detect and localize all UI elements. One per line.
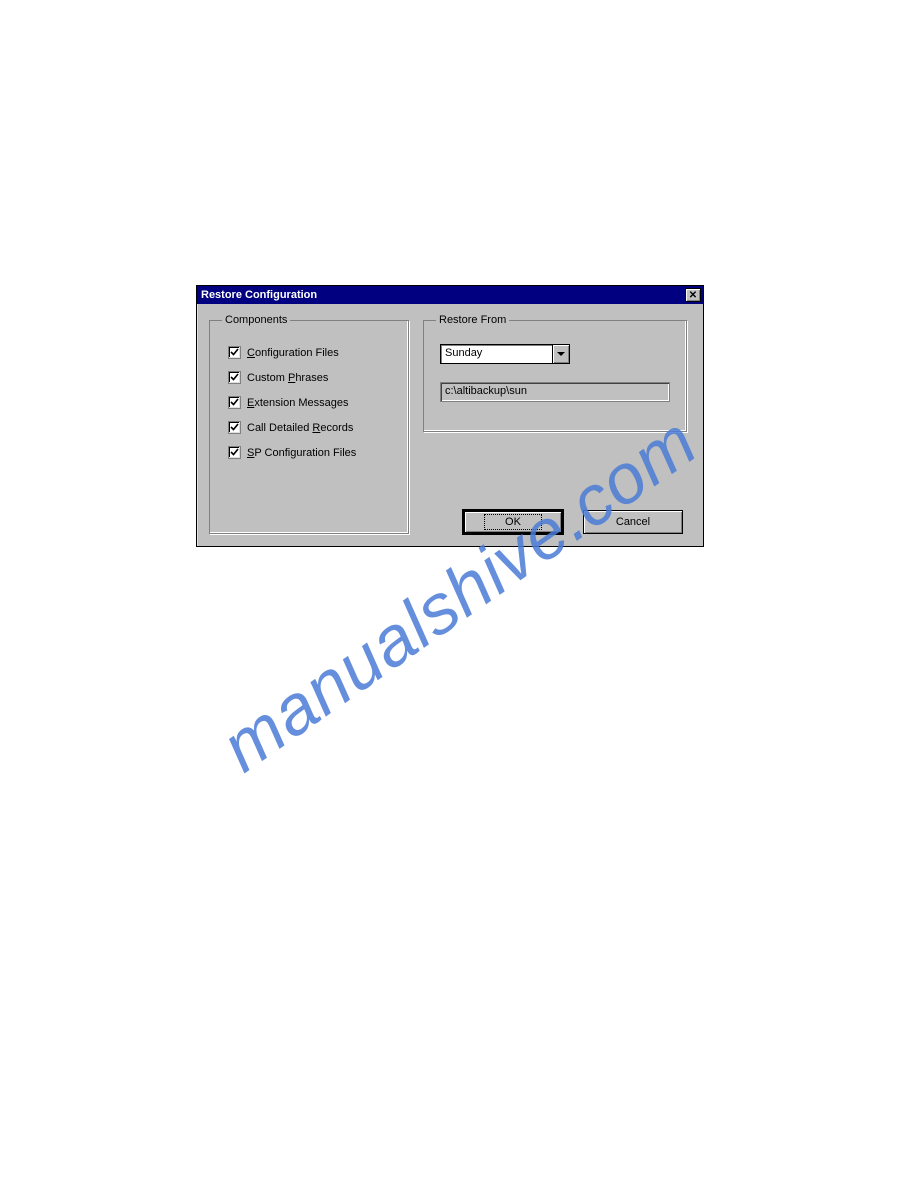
components-legend: Components [222, 314, 290, 326]
checkbox-label: Custom Phrases [247, 372, 328, 384]
checkbox-row-extension-messages[interactable]: Extension Messages [228, 396, 396, 409]
restore-from-legend: Restore From [436, 314, 509, 326]
button-row: OK Cancel [423, 510, 687, 534]
cancel-button-label: Cancel [616, 516, 650, 528]
checkbox-icon [228, 421, 241, 434]
checkbox-icon [228, 446, 241, 459]
dialog-body: Components Configuration Files Custom Ph… [197, 304, 703, 546]
restore-configuration-dialog: Restore Configuration ✕ Components Confi… [196, 285, 704, 547]
cancel-button[interactable]: Cancel [583, 510, 683, 534]
titlebar: Restore Configuration ✕ [197, 286, 703, 304]
chevron-down-icon [557, 352, 565, 356]
checkbox-icon [228, 346, 241, 359]
close-icon: ✕ [689, 290, 697, 301]
checkbox-label: SP Configuration Files [247, 447, 356, 459]
checkbox-row-custom-phrases[interactable]: Custom Phrases [228, 371, 396, 384]
checkbox-row-call-detailed-records[interactable]: Call Detailed Records [228, 421, 396, 434]
components-groupbox: Components Configuration Files Custom Ph… [209, 314, 409, 534]
close-button[interactable]: ✕ [685, 288, 701, 302]
restore-from-groupbox: Restore From Sunday c:\altibackup\sun [423, 314, 687, 432]
checkbox-label: Configuration Files [247, 347, 339, 359]
checkbox-icon [228, 396, 241, 409]
ok-button[interactable]: OK [463, 510, 563, 534]
restore-path-field: c:\altibackup\sun [440, 382, 670, 402]
day-combobox[interactable]: Sunday [440, 344, 570, 364]
dialog-title: Restore Configuration [201, 289, 317, 301]
right-column: Restore From Sunday c:\altibackup\sun OK… [423, 314, 687, 534]
checkbox-icon [228, 371, 241, 384]
ok-button-label: OK [484, 514, 542, 530]
day-combobox-value: Sunday [440, 344, 552, 364]
checkbox-row-sp-configuration-files[interactable]: SP Configuration Files [228, 446, 396, 459]
combobox-dropdown-button[interactable] [552, 344, 570, 364]
checkbox-label: Call Detailed Records [247, 422, 353, 434]
checkbox-label: Extension Messages [247, 397, 349, 409]
checkbox-row-configuration-files[interactable]: Configuration Files [228, 346, 396, 359]
